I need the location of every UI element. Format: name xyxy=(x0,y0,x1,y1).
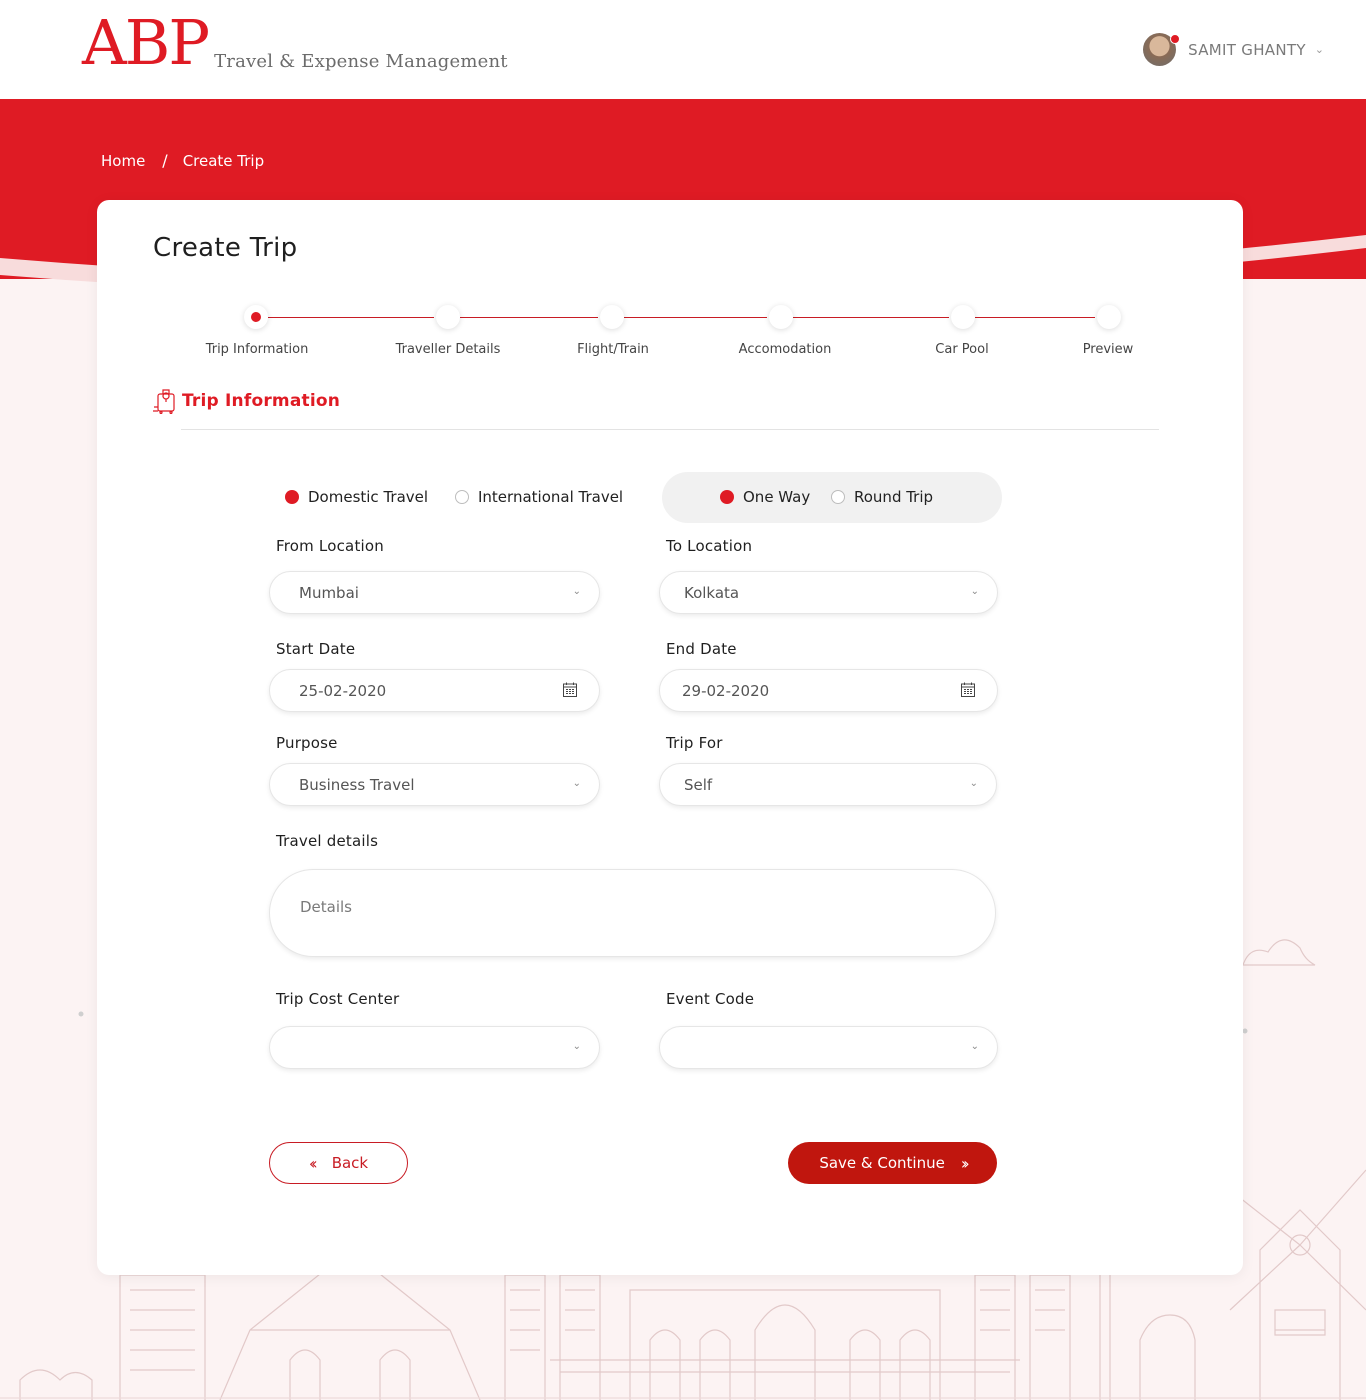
to-location-value: Kolkata xyxy=(684,583,740,602)
radio-checked-icon[interactable] xyxy=(720,490,734,504)
to-location-label: To Location xyxy=(666,537,753,555)
radio-label[interactable]: International Travel xyxy=(478,488,623,506)
to-location-select[interactable]: Kolkata ⌄ xyxy=(659,571,998,614)
from-location-select[interactable]: Mumbai ⌄ xyxy=(269,571,600,614)
logo-mark: ABP xyxy=(82,6,210,79)
chevron-down-icon: ⌄ xyxy=(572,1041,581,1052)
step-dot-preview[interactable] xyxy=(1097,305,1121,329)
end-date-value: 29-02-2020 xyxy=(682,681,770,700)
avatar[interactable] xyxy=(1143,33,1181,66)
chevron-down-icon: ⌄ xyxy=(970,1041,979,1052)
progress-stepper: Trip Information Traveller Details Fligh… xyxy=(97,200,1243,380)
step-dot-flight-train[interactable] xyxy=(600,305,624,329)
radio-unchecked-icon[interactable] xyxy=(831,490,845,504)
radio-unchecked-icon[interactable] xyxy=(455,490,469,504)
step-dot-trip-information[interactable] xyxy=(244,305,268,329)
trip-for-label: Trip For xyxy=(666,734,723,752)
trip-for-select[interactable]: Self ⌄ xyxy=(659,763,997,806)
breadcrumb: Home / Create Trip xyxy=(101,151,264,170)
step-label-traveller-details[interactable]: Traveller Details xyxy=(396,342,501,357)
radio-label[interactable]: One Way xyxy=(743,488,810,506)
trip-cost-center-select[interactable]: ⌄ xyxy=(269,1026,600,1069)
breadcrumb-home[interactable]: Home xyxy=(101,152,145,170)
save-continue-button[interactable]: Save & Continue ›› xyxy=(788,1142,997,1184)
breadcrumb-separator: / xyxy=(162,151,168,170)
step-connector xyxy=(268,317,434,318)
step-dot-accomodation[interactable] xyxy=(769,305,793,329)
logo-subtitle: Travel & Expense Management xyxy=(214,51,508,72)
travel-details-textarea[interactable]: Details xyxy=(269,869,996,957)
save-continue-button-label: Save & Continue xyxy=(819,1154,945,1172)
from-location-value: Mumbai xyxy=(299,583,359,602)
step-dot-car-pool[interactable] xyxy=(951,305,975,329)
step-connector xyxy=(975,317,1095,318)
purpose-select[interactable]: Business Travel ⌄ xyxy=(269,763,600,806)
step-connector xyxy=(460,317,598,318)
chevron-down-icon: ⌄ xyxy=(970,586,979,597)
radio-round-trip[interactable]: Round Trip xyxy=(831,488,933,506)
purpose-value: Business Travel xyxy=(299,775,415,794)
step-connector xyxy=(624,317,767,318)
chevron-down-icon[interactable]: ⌄ xyxy=(1315,43,1324,56)
luggage-icon xyxy=(153,389,175,414)
start-date-label: Start Date xyxy=(276,640,356,658)
from-location-label: From Location xyxy=(276,537,384,555)
start-date-field[interactable]: 25-02-2020 xyxy=(269,669,600,712)
end-date-label: End Date xyxy=(666,640,737,658)
top-header: ABP Travel & Expense Management SAMIT GH… xyxy=(0,0,1366,99)
notification-dot xyxy=(1170,34,1181,44)
calendar-icon[interactable] xyxy=(961,682,975,697)
travel-details-placeholder: Details xyxy=(300,898,353,916)
chevron-down-icon: ⌄ xyxy=(969,778,978,789)
step-connector xyxy=(793,317,949,318)
radio-one-way[interactable]: One Way xyxy=(720,488,810,506)
step-label-trip-information[interactable]: Trip Information xyxy=(206,342,309,357)
step-label-accomodation[interactable]: Accomodation xyxy=(739,342,832,357)
step-label-flight-train[interactable]: Flight/Train xyxy=(577,342,649,357)
end-date-field[interactable]: 29-02-2020 xyxy=(659,669,998,712)
step-label-preview[interactable]: Preview xyxy=(1083,342,1134,357)
user-menu[interactable]: SAMIT GHANTY ⌄ xyxy=(1143,33,1324,66)
back-button[interactable]: ‹‹ Back xyxy=(269,1142,408,1184)
radio-label[interactable]: Domestic Travel xyxy=(308,488,428,506)
section-divider xyxy=(181,429,1159,430)
breadcrumb-current: Create Trip xyxy=(182,151,265,170)
trip-for-value: Self xyxy=(684,775,713,794)
calendar-icon[interactable] xyxy=(563,682,577,697)
purpose-label: Purpose xyxy=(276,734,338,752)
step-dot-traveller-details[interactable] xyxy=(436,305,460,329)
back-button-label: Back xyxy=(331,1154,369,1172)
chevron-down-icon: ⌄ xyxy=(572,586,581,597)
radio-checked-icon[interactable] xyxy=(285,490,299,504)
start-date-value: 25-02-2020 xyxy=(299,681,387,700)
trip-cost-center-label: Trip Cost Center xyxy=(276,990,400,1008)
section-title: Trip Information xyxy=(182,391,341,411)
radio-label[interactable]: Round Trip xyxy=(854,488,933,506)
travel-details-label: Travel details xyxy=(276,832,379,850)
section-header: Trip Information xyxy=(153,388,340,414)
step-label-car-pool[interactable]: Car Pool xyxy=(935,342,988,357)
radio-international-travel[interactable]: International Travel xyxy=(455,488,623,506)
double-chevron-right-icon: ›› xyxy=(960,1153,970,1173)
create-trip-card: Create Trip Trip Information Traveller D… xyxy=(97,200,1243,1275)
double-chevron-left-icon: ‹‹ xyxy=(308,1153,318,1173)
event-code-select[interactable]: ⌄ xyxy=(659,1026,998,1069)
event-code-label: Event Code xyxy=(666,990,755,1008)
user-name[interactable]: SAMIT GHANTY xyxy=(1188,41,1306,59)
radio-domestic-travel[interactable]: Domestic Travel xyxy=(285,488,428,506)
abp-logo[interactable]: ABP Travel & Expense Management xyxy=(82,10,508,76)
chevron-down-icon: ⌄ xyxy=(572,778,581,789)
